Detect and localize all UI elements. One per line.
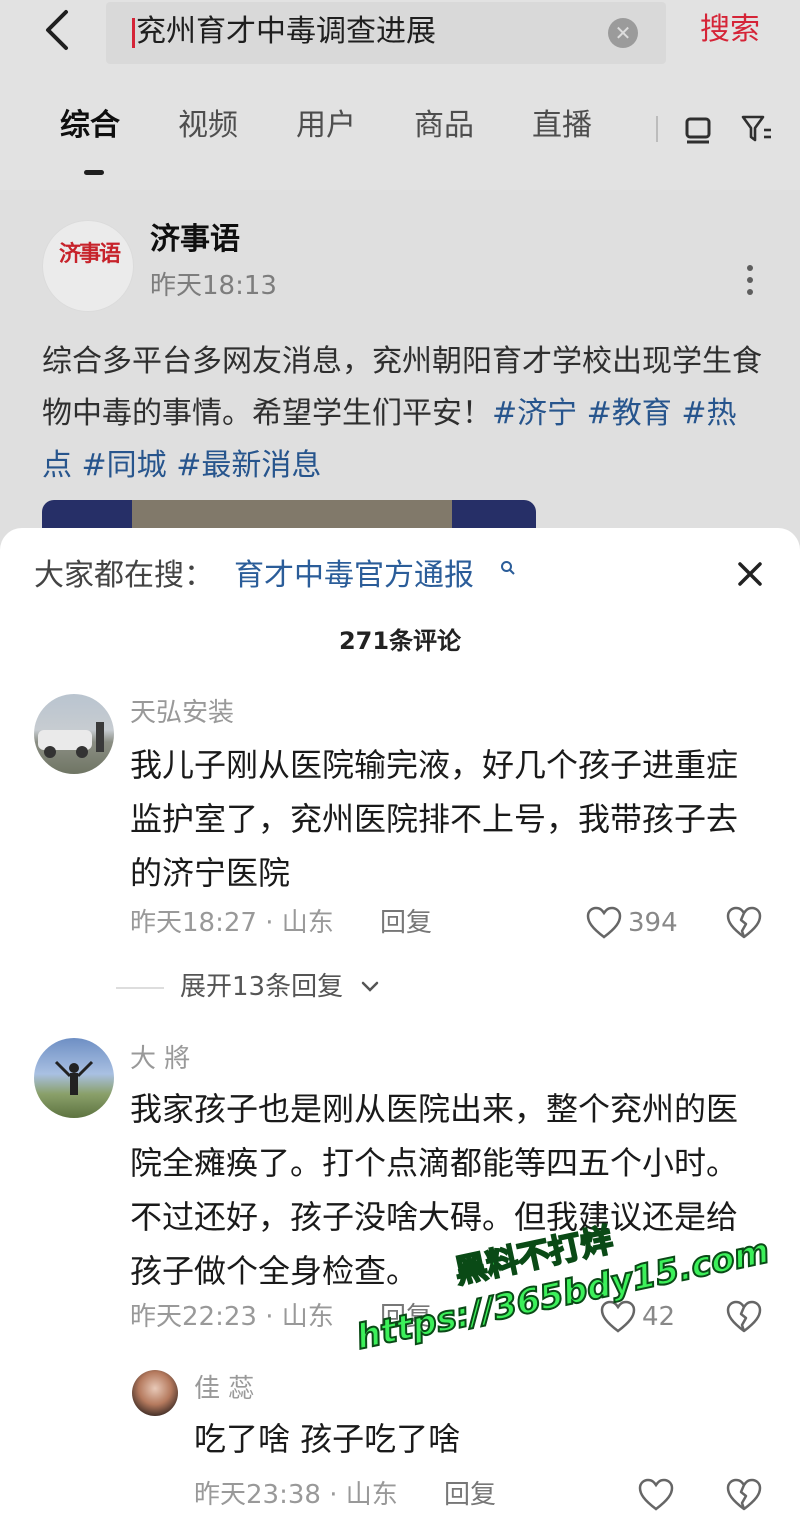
avatar-person-image bbox=[54, 1060, 94, 1095]
trending-label: 大家都在搜： bbox=[34, 558, 214, 593]
heart-icon[interactable] bbox=[638, 1478, 674, 1512]
avatar[interactable] bbox=[34, 1038, 114, 1118]
avatar-car-image bbox=[38, 722, 104, 758]
comment-text: 吃了啥 孩子吃了啥 bbox=[194, 1420, 461, 1458]
search-icon bbox=[501, 561, 515, 575]
reply-button[interactable]: 回复 bbox=[380, 906, 432, 940]
comment-author[interactable]: 佳 蕊 bbox=[194, 1372, 254, 1406]
like-count: 394 bbox=[628, 908, 678, 938]
broken-heart-icon[interactable] bbox=[726, 906, 762, 940]
avatar[interactable] bbox=[34, 694, 114, 774]
comment-time-location: 昨天23:38 · 山东 bbox=[194, 1480, 398, 1510]
close-icon[interactable] bbox=[736, 560, 764, 588]
reply-button[interactable]: 回复 bbox=[444, 1478, 496, 1512]
comment-author[interactable]: 大 將 bbox=[130, 1042, 190, 1076]
comment-count: 271条评论 bbox=[338, 627, 462, 655]
expand-replies[interactable]: 展开13条回复 bbox=[116, 970, 516, 1004]
chevron-down-icon bbox=[361, 981, 379, 992]
avatar[interactable] bbox=[132, 1370, 178, 1416]
heart-icon[interactable] bbox=[586, 906, 622, 940]
background-dim-overlay bbox=[0, 0, 800, 560]
comment-author[interactable]: 天弘安装 bbox=[130, 696, 234, 730]
comment-time-location: 昨天18:27 · 山东 bbox=[130, 908, 334, 938]
broken-heart-icon[interactable] bbox=[726, 1478, 762, 1512]
expand-divider-line bbox=[116, 987, 164, 989]
trending-search-link[interactable]: 育才中毒官方通报 bbox=[234, 556, 474, 596]
expand-replies-label: 展开13条回复 bbox=[180, 972, 344, 1002]
comment-text: 我儿子刚从医院输完液，好几个孩子进重症监护室了，兖州医院排不上号，我带孩子去的济… bbox=[130, 746, 739, 892]
comment-time-location: 昨天22:23 · 山东 bbox=[130, 1302, 334, 1332]
search-results-background: 兖州育才中毒调查进展 ✕ 搜索 综合 视频 用户 商品 直播 济事语 济事语 昨… bbox=[0, 0, 800, 560]
